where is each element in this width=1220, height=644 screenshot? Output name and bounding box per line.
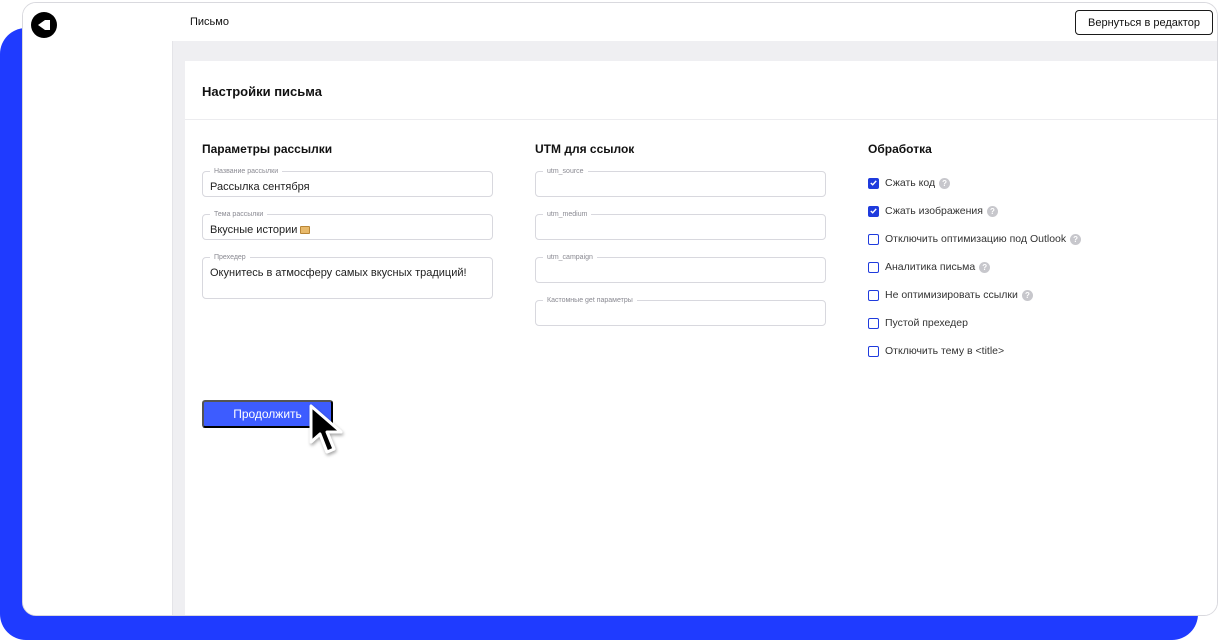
checkbox[interactable] [868,261,879,273]
option-label: Отключить тему в <title> [885,345,1005,357]
field-label: Прехедер [210,253,250,262]
top-bar: Письмо Вернуться в редактор [23,3,1217,41]
option-disable-title-subject[interactable]: Отключить тему в <title> [868,344,1004,358]
field-value: Окунитесь в атмосферу самых вкусных трад… [210,267,467,279]
field-label: utm_medium [543,210,592,219]
help-icon[interactable]: ? [939,177,951,189]
help-icon[interactable]: ? [1070,233,1082,245]
help-icon[interactable]: ? [986,205,998,217]
field-label: Название рассылки [210,167,283,176]
checkbox[interactable] [868,345,879,357]
field-label: Кастомные get параметры [543,296,637,305]
mailing-params-heading: Параметры рассылки [202,142,333,156]
field-label: Тема рассылки [210,210,268,219]
help-icon[interactable]: ? [979,261,991,273]
checkbox[interactable] [868,177,879,189]
box-emoji-icon [300,226,311,234]
help-icon[interactable]: ? [1021,289,1033,301]
checkbox[interactable] [868,233,879,245]
option-label: Сжать код [885,177,936,189]
checkbox[interactable] [868,317,879,329]
option-empty-preheader[interactable]: Пустой прехедер [868,316,968,330]
checkbox[interactable] [868,205,879,217]
field-value: Вкусные истории [210,224,311,236]
field-value: Рассылка сентября [210,181,310,193]
checkbox[interactable] [868,289,879,301]
utm-campaign-field[interactable]: utm_campaign [535,253,826,283]
settings-card: Настройки письма Параметры рассылки Назв… [185,61,1217,615]
brand-logo-icon[interactable] [31,12,57,38]
field-label: utm_campaign [543,253,597,262]
option-label: Отключить оптимизацию под Outlook [885,233,1067,245]
field-label: utm_source [543,167,588,176]
option-email-analytics[interactable]: Аналитика письма ? [868,260,991,274]
subject-text: Вкусные истории [210,224,298,236]
utm-heading: UTM для ссылок [535,142,635,156]
mailing-name-field[interactable]: Название рассылки Рассылка сентября [202,167,493,197]
processing-heading: Обработка [868,142,932,156]
option-no-link-optimization[interactable]: Не оптимизировать ссылки ? [868,288,1033,302]
divider [185,119,1217,120]
option-compress-images[interactable]: Сжать изображения ? [868,204,998,218]
preheader-field[interactable]: Прехедер Окунитесь в атмосферу самых вку… [202,253,493,299]
custom-get-params-field[interactable]: Кастомные get параметры [535,296,826,326]
back-to-editor-button[interactable]: Вернуться в редактор [1075,10,1213,35]
option-compress-code[interactable]: Сжать код ? [868,176,951,190]
app-window: Письмо Вернуться в редактор Настройки пи… [22,2,1218,616]
option-disable-outlook-optimization[interactable]: Отключить оптимизацию под Outlook ? [868,232,1082,246]
checkmark-icon [870,208,877,214]
option-label: Пустой прехедер [885,317,968,329]
page-title: Письмо [190,16,229,28]
mouse-pointer-icon [309,404,343,454]
option-label: Сжать изображения [885,205,983,217]
checkmark-icon [870,180,877,186]
utm-source-field[interactable]: utm_source [535,167,826,197]
utm-medium-field[interactable]: utm_medium [535,210,826,240]
option-label: Аналитика письма [885,261,976,273]
settings-title: Настройки письма [202,84,322,99]
mailing-subject-field[interactable]: Тема рассылки Вкусные истории [202,210,493,240]
option-label: Не оптимизировать ссылки [885,289,1018,301]
sidebar [23,41,173,615]
